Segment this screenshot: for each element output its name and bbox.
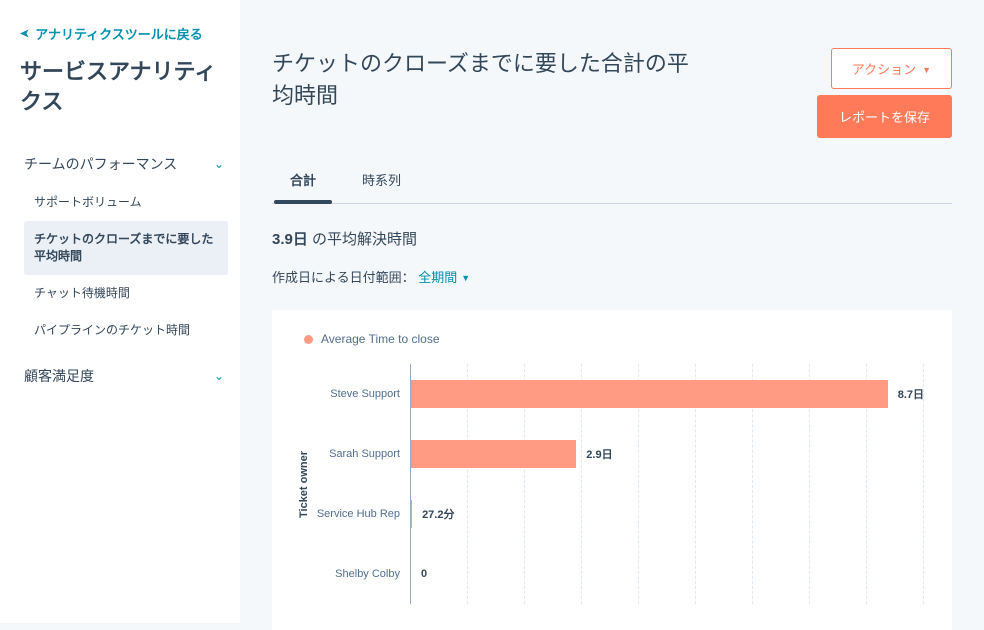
back-link[interactable]: ➤ アナリティクスツールに戻る	[20, 24, 228, 43]
back-link-label: アナリティクスツールに戻る	[35, 24, 203, 43]
date-filter-row: 作成日による日付範囲： 全期間 ▼	[272, 267, 952, 286]
chart-body: Ticket owner Steve Support Sarah Support…	[294, 364, 924, 604]
page-header: チケットのクローズまでに要した合計の平均時間 アクション ▼ レポートを保存	[272, 48, 952, 138]
bar-row: 0	[411, 559, 924, 589]
caret-down-icon: ▼	[922, 65, 931, 75]
nav-sublist: サポートボリューム チケットのクローズまでに要した平均時間 チャット待機時間 パ…	[24, 184, 228, 348]
bar-value-label: 0	[421, 568, 427, 580]
chart-bars: 8.7日 2.9日 27.2分 0	[411, 364, 924, 604]
bar[interactable]	[411, 500, 412, 528]
actions-button-label: アクション	[852, 59, 916, 78]
header-actions: アクション ▼ レポートを保存	[817, 48, 952, 138]
sidebar: ➤ アナリティクスツールに戻る サービスアナリティクス チームのパフォーマンス …	[0, 0, 240, 623]
bar-row: 8.7日	[411, 379, 924, 409]
metric-value: 3.9日	[272, 231, 308, 248]
nav-section-label: チームのパフォーマンス	[24, 154, 177, 174]
y-axis-title: Ticket owner	[294, 364, 310, 604]
metric-label: の平均解決時間	[308, 231, 417, 248]
date-range-dropdown[interactable]: 全期間 ▼	[418, 267, 470, 286]
caret-down-icon: ▼	[461, 273, 470, 283]
tab-timeseries[interactable]: 時系列	[344, 160, 419, 203]
chevron-down-icon: ⌄	[214, 157, 224, 171]
bar-row: 27.2分	[411, 499, 924, 529]
sidebar-title: サービスアナリティクス	[20, 57, 228, 116]
nav-item-avg-time-to-close[interactable]: チケットのクローズまでに要した平均時間	[24, 221, 228, 275]
chevron-left-icon: ➤	[20, 27, 29, 40]
bar-value-label: 2.9日	[586, 446, 612, 462]
y-label: Steve Support	[314, 388, 400, 400]
chart-plot-area: 8.7日 2.9日 27.2分 0	[410, 364, 924, 604]
nav-item-pipeline-ticket-time[interactable]: パイプラインのチケット時間	[24, 312, 228, 349]
y-label: Shelby Colby	[314, 568, 400, 580]
actions-button[interactable]: アクション ▼	[831, 48, 952, 89]
metric-summary: 3.9日 の平均解決時間	[272, 228, 952, 249]
bar[interactable]	[411, 380, 888, 408]
save-report-button[interactable]: レポートを保存	[817, 95, 952, 138]
bar[interactable]	[411, 440, 576, 468]
filter-value: 全期間	[418, 267, 457, 286]
nav-item-support-volume[interactable]: サポートボリューム	[24, 184, 228, 221]
nav-section-customer-satisfaction[interactable]: 顧客満足度 ⌄	[20, 356, 228, 396]
y-axis-labels: Steve Support Sarah Support Service Hub …	[314, 364, 410, 604]
tab-total[interactable]: 合計	[272, 160, 334, 203]
y-label: Sarah Support	[314, 448, 400, 460]
chart-card: Average Time to close Ticket owner Steve…	[272, 310, 952, 630]
filter-prefix: 作成日による日付範囲：	[272, 270, 415, 285]
nav-section-team-performance[interactable]: チームのパフォーマンス ⌄	[20, 144, 228, 184]
tabs: 合計 時系列	[272, 160, 952, 204]
legend-series-label: Average Time to close	[321, 332, 440, 346]
nav-section-label: 顧客満足度	[24, 366, 94, 386]
chart-legend: Average Time to close	[304, 332, 924, 346]
legend-dot-icon	[304, 335, 313, 344]
nav-item-chat-wait-time[interactable]: チャット待機時間	[24, 275, 228, 312]
page-title: チケットのクローズまでに要した合計の平均時間	[272, 48, 692, 112]
bar-value-label: 8.7日	[898, 386, 924, 402]
bar-row: 2.9日	[411, 439, 924, 469]
chevron-down-icon: ⌄	[214, 369, 224, 383]
y-label: Service Hub Rep	[314, 508, 400, 520]
main-content: チケットのクローズまでに要した合計の平均時間 アクション ▼ レポートを保存 合…	[240, 0, 984, 623]
bar-value-label: 27.2分	[422, 506, 454, 522]
